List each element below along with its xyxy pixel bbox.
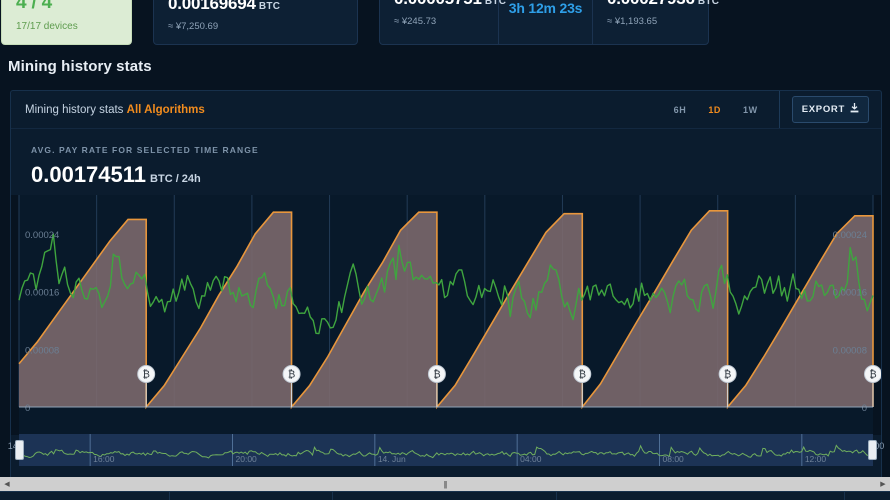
navigator-svg <box>19 434 873 466</box>
svg-text:0.00016: 0.00016 <box>833 288 867 299</box>
chart-svg: 0.00024 0.00024 0.00016 0.00016 0.00008 0.000… <box>11 195 881 435</box>
scroll-left-arrow[interactable]: ◀ <box>0 477 14 491</box>
svg-text:0.00008: 0.00008 <box>25 345 59 356</box>
last-payout-fiat: ≈ ¥1,193.65 <box>607 15 658 27</box>
last-payout-unit: BTC <box>697 0 720 7</box>
table-column-3 <box>333 492 557 500</box>
svg-text:₿: ₿ <box>869 369 876 381</box>
mining-history-panel: Mining history stats All Algorithms 6H 1… <box>8 90 884 490</box>
navigator-tick-label: 14. Jun <box>377 454 406 464</box>
export-button-label: EXPORT <box>801 104 845 115</box>
avg-pay-rate-number: 0.00174511 <box>31 162 147 187</box>
navigator-wrap: 16:00 20:00 14. Jun 04:00 08:00 12:00 <box>11 434 881 474</box>
panel-header-controls: 6H 1D 1W EXPORT <box>663 91 875 128</box>
range-btn-6h[interactable]: 6H <box>663 99 698 121</box>
next-payout-timer-value: 3h 12m 23s <box>508 0 583 16</box>
active-workers-value: 4 / 4 <box>16 0 52 13</box>
svg-text:₿: ₿ <box>724 369 731 381</box>
navigator-tick-label: 20:00 <box>235 454 257 464</box>
navigator-tick-label: 16:00 <box>93 454 115 464</box>
last-payout-value: 0.00027936BTC <box>607 0 719 9</box>
unpaid-balance-value: 0.00169694 BTC <box>168 0 343 14</box>
avg-pay-rate-unit: BTC / 24h <box>150 173 201 185</box>
summary-cards-row: 4 / 4 17/17 devices 0.00169694 BTC ≈ ¥7,2… <box>0 0 890 45</box>
svg-text:₿: ₿ <box>288 369 295 381</box>
range-btn-1w[interactable]: 1W <box>732 99 769 121</box>
navigator-tick-label: 12:00 <box>804 454 827 464</box>
horizontal-scrollbar[interactable]: ◀ ||| ▶ <box>0 477 890 491</box>
card-next-payout-timer[interactable]: 3h 12m 23s <box>498 0 593 44</box>
avg-pay-rate-block: AVG. PAY RATE FOR SELECTED TIME RANGE 0.… <box>11 129 881 188</box>
table-column-5 <box>845 492 890 500</box>
daily-estimate-fiat: ≈ ¥245.73 <box>394 15 437 27</box>
table-column-2 <box>170 492 333 500</box>
range-btn-1d[interactable]: 1D <box>697 99 732 121</box>
unpaid-balance-number: 0.00169694 <box>168 0 256 13</box>
unpaid-balance-fiat: ≈ ¥7,250.69 <box>168 21 219 32</box>
active-workers-sub: 17/17 devices <box>16 21 78 32</box>
chart-plot-area[interactable]: 0.00024 0.00024 0.00016 0.00016 0.00008 0.000… <box>11 195 881 435</box>
card-active-workers-inner: 4 / 4 17/17 devices <box>2 0 131 44</box>
table-column-4 <box>557 492 845 500</box>
download-icon <box>850 103 859 116</box>
last-payout-number: 0.00027936 <box>607 0 695 8</box>
svg-text:0: 0 <box>862 403 867 414</box>
svg-text:₿: ₿ <box>579 369 586 381</box>
svg-text:0.00024: 0.00024 <box>25 230 59 241</box>
svg-text:0.00008: 0.00008 <box>833 345 867 356</box>
navigator-tick-label: 04:00 <box>520 454 542 464</box>
daily-estimate-value: 0.00005751BTC <box>394 0 506 9</box>
card-daily-estimate[interactable]: 0.00005751BTC ≈ ¥245.73 <box>380 0 506 44</box>
svg-text:0.00016: 0.00016 <box>25 288 59 299</box>
svg-text:₿: ₿ <box>142 369 149 381</box>
table-column-1 <box>0 492 170 500</box>
svg-text:₿: ₿ <box>433 369 440 381</box>
page-title: Mining history stats <box>8 58 152 75</box>
scroll-thumb[interactable]: ||| <box>443 480 447 489</box>
payouts-table-header-peek <box>0 491 890 500</box>
export-button[interactable]: EXPORT <box>791 96 869 123</box>
panel-header: Mining history stats All Algorithms 6H 1… <box>11 91 881 129</box>
card-active-workers[interactable]: 4 / 4 17/17 devices <box>1 0 132 45</box>
card-unpaid-balance[interactable]: 0.00169694 BTC ≈ ¥7,250.69 <box>153 0 358 45</box>
range-handle-right[interactable] <box>868 440 877 460</box>
card-last-payout[interactable]: 0.00027936BTC ≈ ¥1,193.65 <box>593 0 719 44</box>
svg-text:0: 0 <box>25 403 30 414</box>
card-payout-group: 0.00005751BTC ≈ ¥245.73 3h 12m 23s 0.000… <box>379 0 719 45</box>
daily-estimate-number: 0.00005751 <box>394 0 482 8</box>
card-unpaid-balance-inner: 0.00169694 BTC ≈ ¥7,250.69 <box>154 0 357 44</box>
avg-pay-rate-value: 0.00174511 BTC / 24h <box>31 162 881 188</box>
panel-title: Mining history stats All Algorithms <box>25 104 205 116</box>
panel-title-algorithm-filter[interactable]: All Algorithms <box>127 104 205 116</box>
panel-title-prefix: Mining history stats <box>25 103 124 116</box>
avg-pay-rate-label: AVG. PAY RATE FOR SELECTED TIME RANGE <box>31 145 259 155</box>
unpaid-balance-unit: BTC <box>258 1 281 12</box>
scroll-right-arrow[interactable]: ▶ <box>876 477 890 491</box>
svg-text:0.00024: 0.00024 <box>833 230 867 241</box>
range-handle-left[interactable] <box>15 440 24 460</box>
time-range-group: 6H 1D 1W <box>663 91 780 128</box>
chart-range-navigator[interactable]: 16:00 20:00 14. Jun 04:00 08:00 12:00 <box>15 434 877 474</box>
navigator-tick-label: 08:00 <box>662 454 684 464</box>
